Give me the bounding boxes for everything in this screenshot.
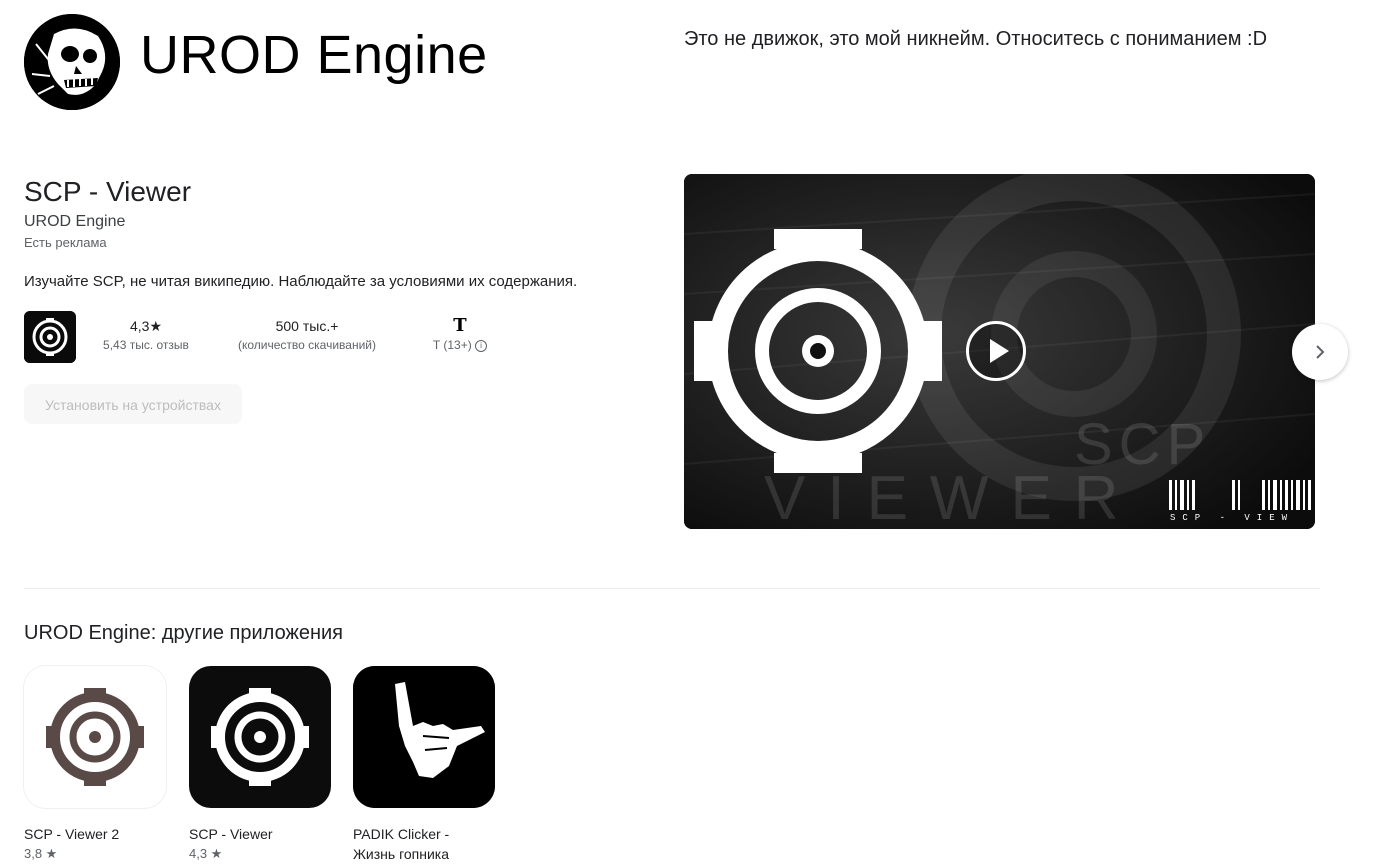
developer-avatar: [24, 14, 120, 110]
app-card[interactable]: PADIK Clicker - Жизнь гопника: [353, 666, 495, 864]
developer-name: UROD Engine: [140, 25, 488, 85]
section-divider: [24, 588, 1320, 589]
next-media-button[interactable]: [1292, 324, 1348, 380]
app-thumbnail: [353, 666, 495, 808]
app-icon: [24, 311, 76, 363]
other-apps-title: UROD Engine: другие приложения: [24, 622, 344, 644]
watermark-bottom: VIEWER: [764, 464, 1141, 529]
app-card-name: SCP - Viewer: [189, 826, 273, 842]
app-card-name: SCP - Viewer 2: [24, 826, 120, 842]
scp-logo-icon: [24, 311, 76, 363]
rating-value: 4,3★: [129, 318, 162, 334]
downloads-stat: 500 тыс.+ (количество скачиваний): [226, 316, 388, 354]
age-rating-stat: T T (13+) i: [418, 316, 502, 354]
ads-note: Есть реклама: [24, 235, 107, 250]
app-card-rating: 3,8 ★: [24, 846, 58, 861]
age-rating-label: T (13+): [432, 338, 472, 352]
app-thumbnail: [189, 666, 331, 808]
app-card[interactable]: SCP - Viewer 4,3 ★: [189, 666, 331, 864]
barcode-text: SCP - VIEW: [1170, 513, 1294, 523]
app-card-name: PADIK Clicker - Жизнь гопника: [353, 826, 450, 862]
downloads-value: 500 тыс.+: [275, 318, 339, 334]
app-developer-link[interactable]: UROD Engine: [24, 212, 125, 232]
install-button[interactable]: Установить на устройствах: [24, 384, 242, 424]
app-card-rating: 4,3 ★: [189, 846, 223, 861]
info-icon[interactable]: i: [475, 339, 488, 352]
chevron-right-icon: [1316, 345, 1325, 359]
app-thumbnail: [24, 666, 166, 808]
skull-avatar-icon: [24, 14, 120, 110]
rating-count: 5,43 тыс. отзыв: [103, 338, 189, 352]
video-preview[interactable]: SCP VIEWER SCP - VIEW: [684, 174, 1315, 529]
app-card[interactable]: SCP - Viewer 2 3,8 ★: [24, 666, 166, 864]
app-short-description: Изучайте SCP, не читая википедию. Наблюд…: [24, 273, 578, 290]
hand-gesture-icon: [353, 666, 495, 808]
app-title: SCP - Viewer: [24, 176, 192, 207]
scp-logo-brown-icon: [46, 688, 144, 786]
play-icon: [990, 339, 1009, 363]
play-button[interactable]: [966, 321, 1026, 381]
teen-rating-icon: T: [453, 315, 467, 336]
scp-logo-icon: [211, 688, 309, 786]
developer-description: Это не движок, это мой никнейм. Относите…: [684, 28, 1268, 50]
rating-stat: 4,3★ 5,43 тыс. отзыв: [88, 316, 204, 354]
downloads-label: (количество скачиваний): [238, 338, 376, 352]
